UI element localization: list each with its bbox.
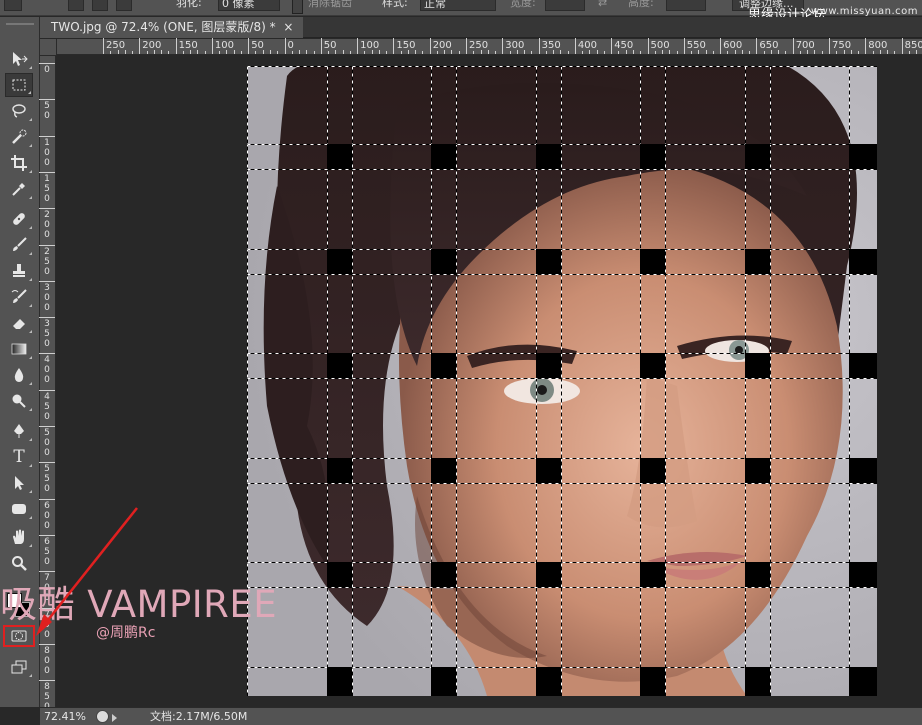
status-info-icon[interactable]	[96, 710, 109, 723]
zoom-level-field[interactable]: 72.41%	[44, 709, 86, 724]
status-menu-arrow[interactable]	[112, 714, 117, 722]
document-size-info: 文档:2.17M/6.50M	[150, 710, 248, 723]
photoshop-window: 羽化: 0 像素 消除锯齿 样式: 正常 宽度: ⇄ 高度: 调整边缘... 思…	[0, 0, 922, 725]
status-bar: 72.41% 文档:2.17M/6.50M	[40, 707, 922, 725]
arrow-annotation	[36, 507, 138, 636]
